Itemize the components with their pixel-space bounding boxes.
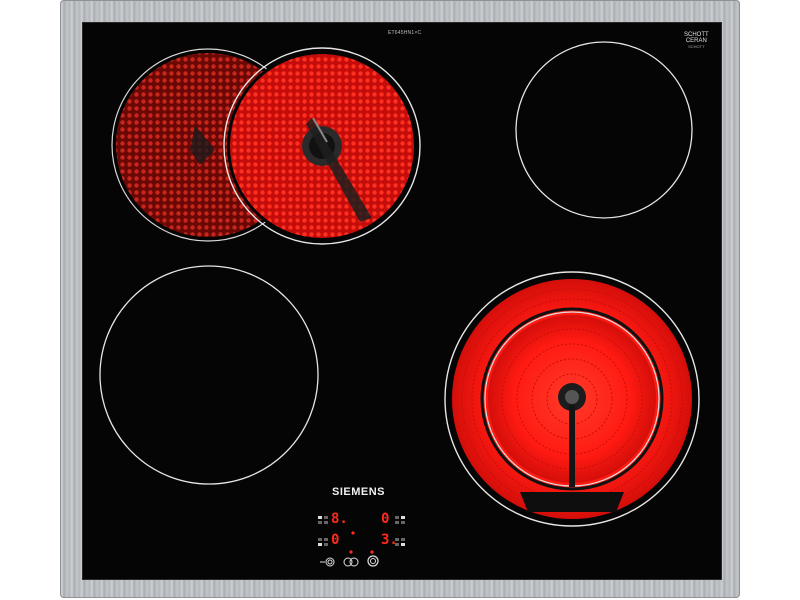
dual-ring-icon[interactable] <box>320 557 336 570</box>
front-left-zone <box>99 265 319 485</box>
schott-ceran-logo: SCHOTT CERAN SCHOTT <box>684 32 709 49</box>
zone-selector-rear-right[interactable] <box>395 516 406 525</box>
double-circle-icon[interactable] <box>343 557 359 570</box>
rear-left-dual-zone <box>111 47 421 245</box>
display-front-left: 0 <box>331 532 340 548</box>
display-rear-left: 8. <box>331 511 348 527</box>
siemens-logo: SIEMENS <box>332 486 386 498</box>
control-panel-graphics <box>349 531 374 554</box>
display-front-right: 3. <box>381 532 398 548</box>
power-icon[interactable] <box>367 555 379 570</box>
cooktop-drawing <box>99 41 700 554</box>
zone-selector-rear-left[interactable] <box>318 516 329 525</box>
model-label: ET645HN1×C <box>388 30 422 36</box>
zone-selector-front-left[interactable] <box>318 538 329 547</box>
display-rear-right: 0 <box>381 511 390 527</box>
rear-right-zone <box>515 41 693 219</box>
front-right-dual-zone <box>444 271 700 527</box>
